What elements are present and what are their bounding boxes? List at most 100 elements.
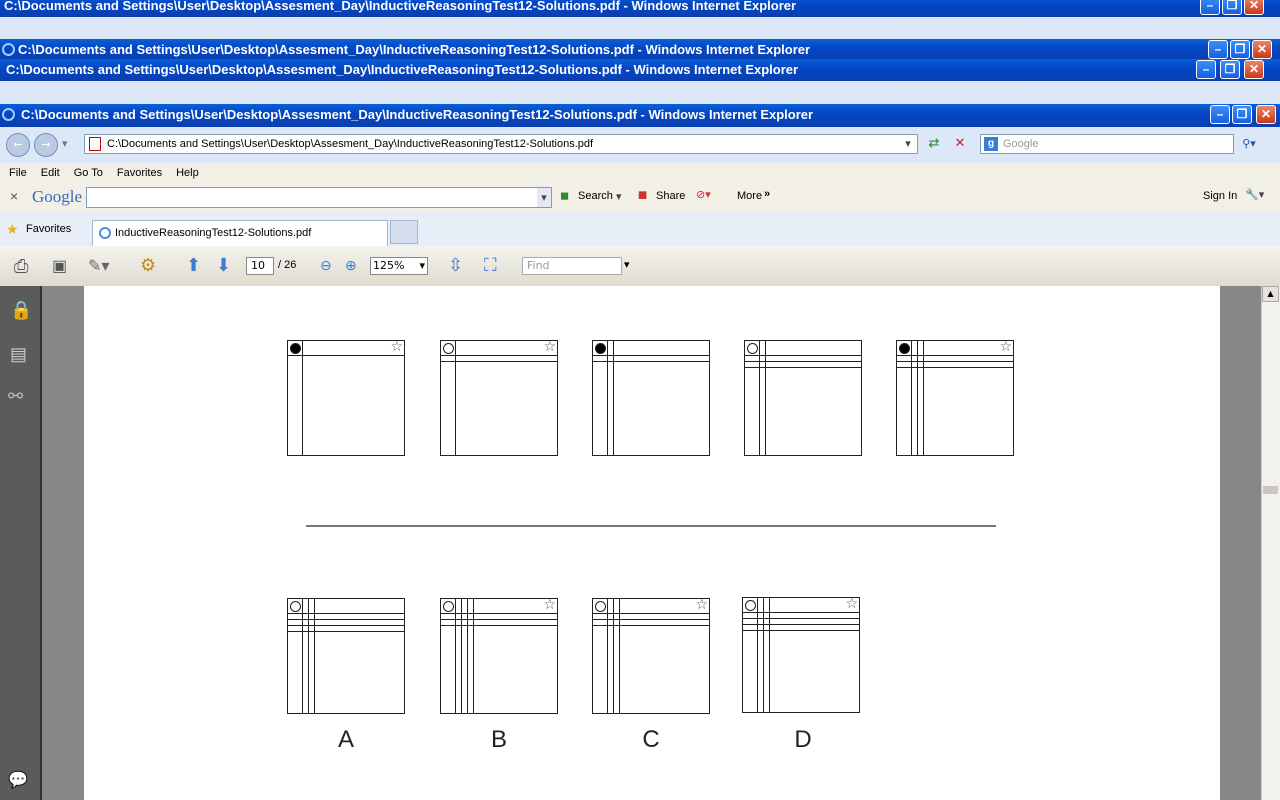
comments-icon[interactable]: 💬: [8, 770, 28, 790]
star-icon: ☆: [543, 598, 556, 613]
window-titlebar-back-2: C:\Documents and Settings\User\Desktop\A…: [0, 39, 1280, 61]
window-back-3-strip: [0, 81, 1280, 104]
filled-circle-icon: [595, 343, 606, 354]
window-title: C:\Documents and Settings\User\Desktop\A…: [21, 107, 814, 122]
previous-page-icon[interactable]: ⬆: [186, 255, 201, 276]
collaborate-icon[interactable]: ⚙: [140, 255, 156, 276]
pdf-page: ☆ ☆ ☆ ☆ ☆ ☆ A B C D: [84, 286, 1220, 800]
refresh-button[interactable]: ⇄: [924, 134, 944, 154]
save-icon[interactable]: ▣: [52, 256, 67, 276]
recent-pages-chevron-icon[interactable]: ▾: [62, 137, 68, 150]
zoom-dropdown-icon[interactable]: ▾: [419, 258, 425, 274]
star-icon: ☆: [845, 597, 858, 612]
google-search-icon: ◼: [560, 190, 570, 202]
google-toolbar: × Google ▾ ◼ Search ▾ ◼ Share ⊘▾ More » …: [0, 183, 1280, 213]
search-placeholder: Google: [1003, 138, 1039, 150]
sequence-figure-3: [592, 340, 710, 456]
sign-icon[interactable]: ✎▾: [88, 256, 109, 276]
close-button[interactable]: ✕: [1244, 0, 1264, 15]
popup-blocker-icon[interactable]: ⊘▾: [696, 188, 711, 201]
search-input[interactable]: g Google: [980, 134, 1234, 154]
option-label-d: D: [794, 726, 812, 753]
menu-help[interactable]: Help: [176, 163, 199, 183]
restore-button[interactable]: ❐: [1222, 0, 1242, 15]
empty-circle-icon: [747, 343, 758, 354]
find-dropdown-icon[interactable]: ▾: [624, 258, 630, 271]
sequence-figure-1: ☆: [287, 340, 405, 456]
stop-button[interactable]: ✕: [950, 134, 970, 154]
google-search-button[interactable]: Search: [578, 190, 613, 202]
star-icon: ☆: [999, 340, 1012, 355]
minimize-button[interactable]: –: [1210, 105, 1230, 124]
search-go-button[interactable]: ⚲▾: [1238, 134, 1260, 154]
find-input[interactable]: Find: [522, 257, 622, 275]
star-icon: ☆: [543, 340, 556, 355]
scroll-up-arrow-icon[interactable]: ▲: [1262, 286, 1279, 302]
fit-page-icon[interactable]: ⛶: [484, 255, 497, 276]
address-bar[interactable]: C:\Documents and Settings\User\Desktop\A…: [84, 134, 918, 154]
restore-button[interactable]: ❐: [1220, 60, 1240, 79]
favorites-button[interactable]: Favorites: [26, 223, 71, 235]
pdf-toolbar: ⎙ ▣ ✎▾ ⚙ ⬆ ⬇ 10 / 26 ⊖ ⊕ 125% ▾ ⇳ ⛶ Find…: [0, 246, 1280, 287]
sequence-figure-5: ☆: [896, 340, 1014, 456]
menu-favorites[interactable]: Favorites: [117, 163, 162, 183]
next-page-icon[interactable]: ⬇: [216, 255, 231, 276]
option-figure-a: [287, 598, 405, 714]
find-placeholder: Find: [527, 259, 550, 272]
empty-circle-icon: [595, 601, 606, 612]
zoom-in-icon[interactable]: ⊕: [345, 257, 357, 274]
zoom-select[interactable]: 125% ▾: [370, 257, 428, 275]
fit-width-icon[interactable]: ⇳: [448, 255, 463, 276]
menu-file[interactable]: File: [9, 163, 27, 183]
search-dropdown-icon[interactable]: ▾: [537, 188, 551, 207]
pages-icon[interactable]: ▤: [10, 344, 27, 365]
forward-button[interactable]: →: [34, 133, 58, 157]
minimize-button[interactable]: –: [1200, 0, 1220, 15]
tab-title: InductiveReasoningTest12-Solutions.pdf: [115, 227, 312, 239]
minimize-button[interactable]: –: [1208, 40, 1228, 59]
separator-line: [306, 525, 996, 527]
new-tab-button[interactable]: [390, 220, 418, 244]
ie-icon: [2, 43, 15, 56]
more-chevron-icon: »: [764, 188, 771, 200]
close-button[interactable]: ✕: [1244, 60, 1264, 79]
page-number-input[interactable]: 10: [246, 257, 274, 275]
close-button[interactable]: ✕: [1256, 105, 1276, 124]
page-number-value: 10: [251, 259, 265, 272]
pdf-file-icon: [89, 137, 101, 151]
star-icon: ☆: [390, 340, 403, 355]
close-button[interactable]: ✕: [1252, 40, 1272, 59]
back-button[interactable]: ←: [6, 133, 30, 157]
empty-circle-icon: [290, 601, 301, 612]
menu-bar: File Edit Go To Favorites Help: [0, 163, 1280, 184]
scroll-thumb[interactable]: [1263, 486, 1278, 494]
menu-edit[interactable]: Edit: [41, 163, 60, 183]
empty-circle-icon: [443, 343, 454, 354]
menu-goto[interactable]: Go To: [74, 163, 103, 183]
window-back-1-strip: [0, 17, 1280, 39]
minimize-button[interactable]: –: [1196, 60, 1216, 79]
vertical-scrollbar[interactable]: ▲: [1261, 286, 1280, 800]
address-url: C:\Documents and Settings\User\Desktop\A…: [107, 138, 594, 150]
wrench-settings-icon[interactable]: 🔧▾: [1245, 188, 1264, 201]
sign-in-link[interactable]: Sign In: [1203, 190, 1237, 202]
binoculars-icon[interactable]: ⚯: [8, 386, 23, 407]
print-icon[interactable]: ⎙: [14, 256, 28, 277]
restore-button[interactable]: ❐: [1232, 105, 1252, 124]
search-chevron-icon[interactable]: ▾: [616, 190, 622, 203]
zoom-out-icon[interactable]: ⊖: [320, 257, 332, 274]
window-title: C:\Documents and Settings\User\Desktop\A…: [6, 62, 799, 77]
lock-icon[interactable]: 🔒: [10, 300, 32, 321]
more-button[interactable]: More: [737, 190, 762, 202]
google-search-field[interactable]: ▾: [86, 187, 552, 208]
close-toolbar-icon[interactable]: ×: [10, 188, 18, 204]
share-button[interactable]: Share: [656, 190, 685, 202]
ie-tab-icon: [99, 227, 111, 239]
option-label-b: B: [490, 726, 507, 753]
ie-icon: [2, 108, 15, 121]
window-titlebar: C:\Documents and Settings\User\Desktop\A…: [0, 104, 1280, 127]
restore-button[interactable]: ❐: [1230, 40, 1250, 59]
option-figure-d: ☆: [742, 597, 860, 713]
tab-pdf-document[interactable]: InductiveReasoningTest12-Solutions.pdf: [92, 220, 388, 246]
address-dropdown-icon[interactable]: ▾: [901, 135, 915, 153]
